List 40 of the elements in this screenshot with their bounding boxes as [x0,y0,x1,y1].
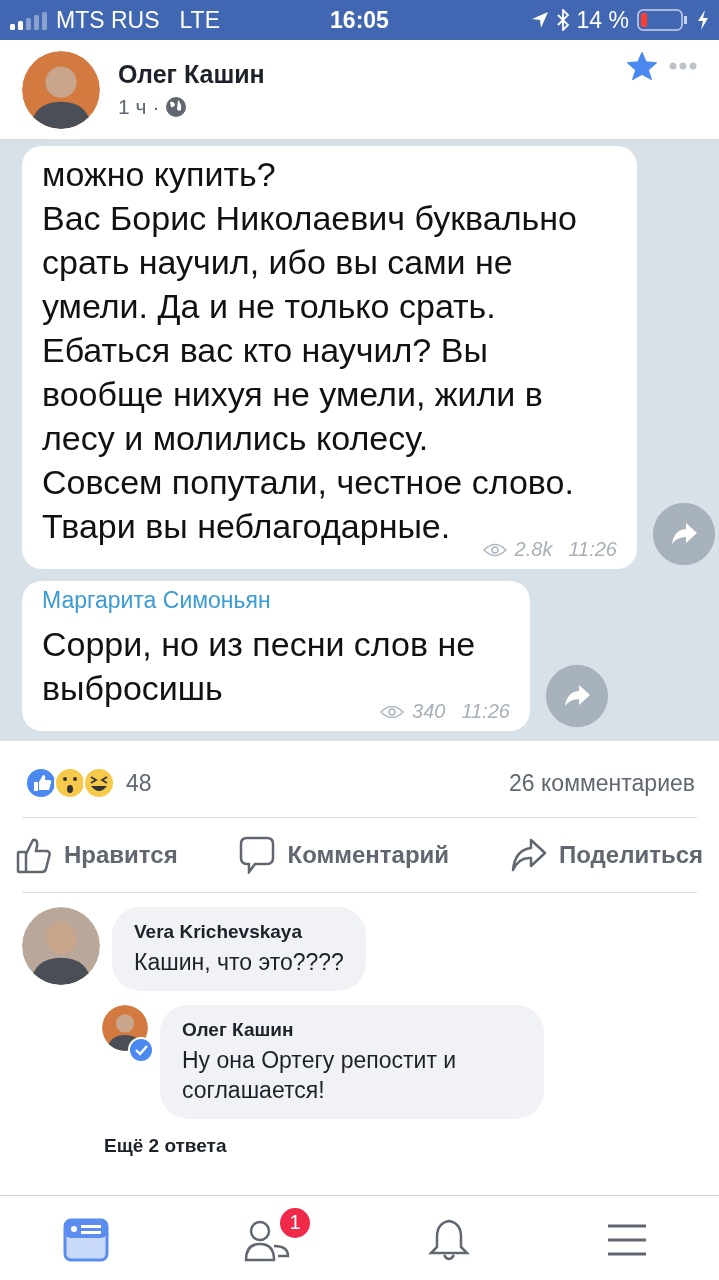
more-replies-link[interactable]: Ещё 2 ответа [104,1135,719,1157]
share-button[interactable]: Поделиться [510,838,703,872]
message-time: 11:26 [568,538,617,561]
comment-count[interactable]: 26 комментариев [509,769,695,797]
commenter-name[interactable]: Vera Krichevskaya [134,921,344,943]
comment-text: Ну она Ортегу репостит и соглашается! [182,1046,458,1105]
message-time: 11:26 [461,700,510,723]
speech-bubble-icon [239,836,276,874]
forward-icon[interactable] [546,665,608,727]
commenter-name[interactable]: Олег Кашин [182,1019,522,1041]
menu-icon [605,1222,648,1257]
comment-button[interactable]: Комментарий [239,836,450,874]
nav-tab[interactable]: 1 [232,1205,313,1271]
charging-bolt-icon [697,9,709,31]
thumbs-up-icon [16,836,52,874]
globe-icon [165,96,188,118]
star-icon[interactable] [627,52,657,80]
signal-icon [10,10,50,30]
like-button[interactable]: Нравится [16,836,178,874]
location-arrow-icon [530,11,549,29]
sender-name: Маргарита Симоньян [42,587,272,614]
post-time: 1 ч [118,95,147,119]
carrier-name: MTS RUS [56,6,160,34]
reaction-count[interactable]: 48 [126,769,152,797]
clock: 16:05 [330,6,389,33]
separator-dot: · [152,95,160,119]
bluetooth-icon [556,9,569,31]
news-feed-icon [63,1217,110,1262]
battery-percentage: 14 % [576,6,629,34]
forward-icon[interactable] [653,503,715,565]
network-type: LTE [179,6,220,34]
eye-icon [482,542,507,557]
share-arrow-icon [510,838,547,872]
comment-text: Кашин, что это???? [134,948,344,977]
battery-icon [637,9,689,31]
notification-badge: 1 [280,1207,311,1238]
author-name[interactable]: Олег Кашин [118,60,609,89]
more-icon[interactable] [669,62,697,70]
eye-icon [380,704,405,719]
verified-badge-icon [128,1037,154,1063]
